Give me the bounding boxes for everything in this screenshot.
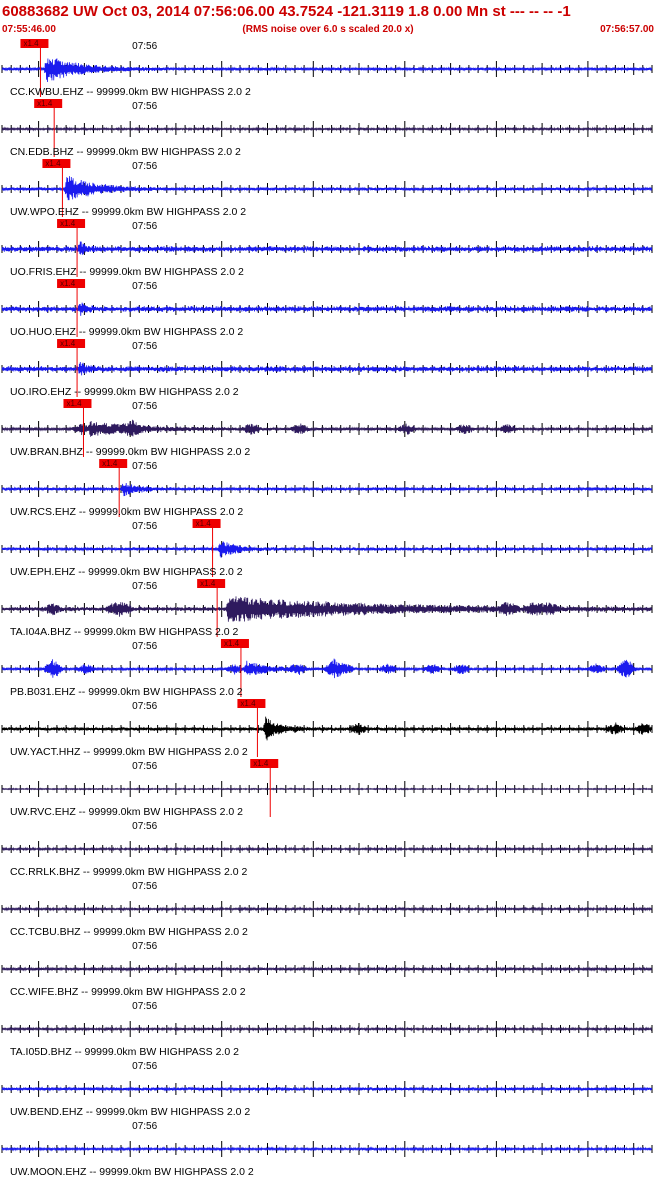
pick-label: x1.4	[253, 759, 269, 768]
waveform	[1, 241, 653, 255]
waveform	[1, 302, 653, 316]
pick-label: x1.4	[102, 459, 118, 468]
station-label: UW.MOON.EHZ -- 99999.0km BW HIGHPASS 2.0…	[10, 1166, 254, 1178]
end-time: 07:56:57.00	[600, 24, 654, 35]
trace-18: 07:56 UW.BEND.EHZ -- 99999.0km BW HIGHPAS…	[1, 1061, 653, 1118]
waveform	[1, 716, 653, 741]
waveform	[1, 176, 653, 201]
station-label: UW.RVC.EHZ -- 99999.0km BW HIGHPASS 2.0 …	[10, 806, 243, 818]
station-label: TA.I04A.BHZ -- 99999.0km BW HIGHPASS 2.0…	[10, 626, 239, 638]
waveform	[1, 126, 653, 132]
station-label: UW.BEND.EHZ -- 99999.0km BW HIGHPASS 2.0…	[10, 1106, 250, 1118]
minute-label: 07:56	[132, 521, 157, 532]
pick-label: x1.4	[240, 699, 256, 708]
pick-label: x1.4	[66, 399, 82, 408]
trace-12: 07:56 x1.4 UW.YACT.HHZ -- 99999.0km BW HIG…	[1, 699, 653, 758]
station-label: UW.EPH.EHZ -- 99999.0km BW HIGHPASS 2.0 …	[10, 566, 243, 578]
start-time: 07:55:46.00	[2, 24, 56, 35]
trace-7: 07:56 x1.4 UW.BRAN.BHZ -- 99999.0km BW HIG…	[1, 399, 653, 458]
minute-label: 07:56	[132, 341, 157, 352]
minute-label: 07:56	[132, 101, 157, 112]
waveform	[1, 846, 653, 852]
pick-label: x1.4	[196, 519, 212, 528]
rms-noise-note: (RMS noise over 6.0 s scaled 20.0 x)	[242, 24, 413, 35]
minute-label: 07:56	[132, 281, 157, 292]
station-label: UW.RCS.EHZ -- 99999.0km BW HIGHPASS 2.0 …	[10, 506, 243, 518]
pick-label: x1.4	[60, 219, 76, 228]
station-label: PB.B031.EHZ -- 99999.0km BW HIGHPASS 2.0…	[10, 686, 243, 698]
station-label: UO.HUO.EHZ -- 99999.0km BW HIGHPASS 2.0 …	[10, 326, 243, 338]
waveform	[1, 966, 653, 972]
minute-label: 07:56	[132, 41, 157, 52]
trace-9: 07:56 x1.4 UW.EPH.EHZ -- 99999.0km BW HIGH…	[1, 519, 653, 578]
waveform	[1, 1026, 653, 1032]
station-label: UW.YACT.HHZ -- 99999.0km BW HIGHPASS 2.0…	[10, 746, 248, 758]
minute-label: 07:56	[132, 401, 157, 412]
waveform	[1, 1146, 653, 1152]
station-label: CC.KWBU.EHZ -- 99999.0km BW HIGHPASS 2.0…	[10, 86, 251, 98]
trace-16: 07:56 CC.WIFE.BHZ -- 99999.0km BW HIGHPAS…	[1, 941, 653, 998]
pick-label: x1.4	[224, 639, 240, 648]
pick-label: x1.4	[23, 39, 39, 48]
trace-10: 07:56 x1.4 TA.I04A.BHZ -- 99999.0km BW HIG…	[1, 579, 653, 638]
pick-label: x1.4	[45, 159, 61, 168]
traces: 07:56x1.4CC.KWBU.EHZ -- 99999.0km BW HIG…	[1, 39, 653, 1178]
station-label: CC.WIFE.BHZ -- 99999.0km BW HIGHPASS 2.0…	[10, 986, 246, 998]
minute-label: 07:56	[132, 161, 157, 172]
event-title: 60883682 UW Oct 03, 2014 07:56:06.00 43.…	[2, 3, 571, 20]
station-label: UW.BRAN.BHZ -- 99999.0km BW HIGHPASS 2.0…	[10, 446, 250, 458]
minute-label: 07:56	[132, 1001, 157, 1012]
waveform	[1, 906, 653, 912]
minute-label: 07:56	[132, 941, 157, 952]
waveform	[1, 658, 653, 679]
trace-19: 07:56 UW.MOON.EHZ -- 99999.0km BW HIGHPAS…	[1, 1121, 653, 1178]
waveform	[1, 541, 653, 558]
trace-11: 07:56 x1.4 PB.B031.EHZ -- 99999.0km BW HIG…	[1, 639, 653, 698]
pick-label: x1.4	[37, 99, 53, 108]
trace-14: 07:56 CC.RRLK.BHZ -- 99999.0km BW HIGHPAS…	[1, 821, 653, 878]
minute-label: 07:56	[132, 221, 157, 232]
minute-label: 07:56	[132, 461, 157, 472]
minute-label: 07:56	[132, 821, 157, 832]
seismogram-plot: 60883682 UW Oct 03, 2014 07:56:06.00 43.…	[1, 3, 654, 1178]
station-label: UO.IRO.EHZ -- 99999.0km BW HIGHPASS 2.0 …	[10, 386, 239, 398]
trace-1: 07:56 x1.4 CC.KWBU.EHZ -- 99999.0km BW HIG…	[1, 39, 653, 98]
trace-13: 07:56 x1.4 UW.RVC.EHZ -- 99999.0km BW HIGH…	[1, 759, 653, 818]
trace-4: 07:56 x1.4 UO.FRIS.EHZ -- 99999.0km BW HIG…	[1, 219, 653, 278]
trace-8: 07:56 x1.4 UW.RCS.EHZ -- 99999.0km BW HIGH…	[1, 459, 653, 518]
station-label: UO.FRIS.EHZ -- 99999.0km BW HIGHPASS 2.0…	[10, 266, 244, 278]
trace-2: 07:56 x1.4 CN.EDB.BHZ -- 99999.0km BW HIGH…	[1, 99, 653, 158]
station-label: CC.RRLK.BHZ -- 99999.0km BW HIGHPASS 2.0…	[10, 866, 247, 878]
station-label: CC.TCBU.BHZ -- 99999.0km BW HIGHPASS 2.0…	[10, 926, 248, 938]
waveform	[1, 596, 653, 622]
station-label: UW.WPO.EHZ -- 99999.0km BW HIGHPASS 2.0 …	[10, 206, 246, 218]
waveform	[1, 419, 653, 437]
pick-label: x1.4	[60, 279, 76, 288]
minute-label: 07:56	[132, 701, 157, 712]
minute-label: 07:56	[132, 1121, 157, 1132]
waveform	[1, 483, 653, 497]
trace-3: 07:56 x1.4 UW.WPO.EHZ -- 99999.0km BW HIGH…	[1, 159, 653, 218]
minute-label: 07:56	[132, 641, 157, 652]
trace-15: 07:56 CC.TCBU.BHZ -- 99999.0km BW HIGHPAS…	[1, 881, 653, 938]
pick-label: x1.4	[200, 579, 216, 588]
station-label: CN.EDB.BHZ -- 99999.0km BW HIGHPASS 2.0 …	[10, 146, 241, 158]
waveform	[1, 1086, 653, 1092]
waveform	[1, 787, 653, 791]
trace-17: 07:56 TA.I05D.BHZ -- 99999.0km BW HIGHPAS…	[1, 1001, 653, 1058]
waveform	[1, 58, 653, 82]
minute-label: 07:56	[132, 761, 157, 772]
trace-5: 07:56 x1.4 UO.HUO.EHZ -- 99999.0km BW HIGH…	[1, 279, 653, 338]
minute-label: 07:56	[132, 581, 157, 592]
station-label: TA.I05D.BHZ -- 99999.0km BW HIGHPASS 2.0…	[10, 1046, 239, 1058]
pick-label: x1.4	[60, 339, 76, 348]
trace-6: 07:56 x1.4 UO.IRO.EHZ -- 99999.0km BW HIGH…	[1, 339, 653, 398]
minute-label: 07:56	[132, 1061, 157, 1072]
waveform	[1, 361, 653, 376]
minute-label: 07:56	[132, 881, 157, 892]
